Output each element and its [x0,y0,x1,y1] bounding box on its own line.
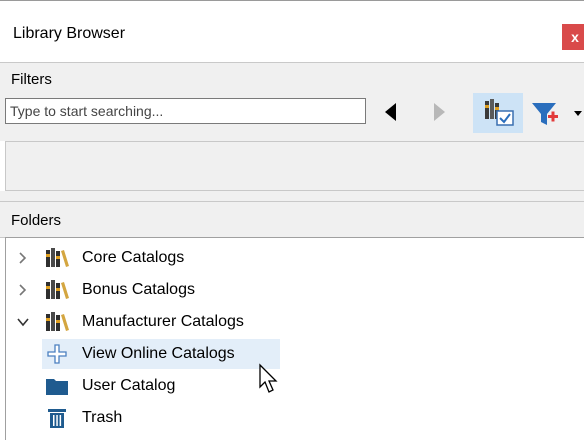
plus-cross-icon [47,344,67,364]
tree-item-user-catalog[interactable]: User Catalog [6,371,584,401]
filter-add-icon [532,103,582,125]
arrow-right-icon[interactable] [431,101,447,123]
section-spacer [0,191,584,201]
chevron-right-icon[interactable] [17,251,29,265]
tree-item-core-catalogs[interactable]: Core Catalogs [6,243,584,273]
filter-button[interactable] [528,99,584,129]
tree-item-label: Manufacturer Catalogs [82,313,244,330]
catalog-books-icon [46,248,69,267]
library-toggle-icon [485,99,514,126]
folder-icon [46,379,68,395]
search-input[interactable] [5,98,366,124]
folders-header[interactable]: Folders [0,201,584,238]
trash-icon [48,409,66,428]
tree-item-label: User Catalog [82,377,176,394]
filter-results-area [5,141,584,191]
tree-item-label: View Online Catalogs [82,345,235,362]
tree-item-label: Core Catalogs [82,249,185,266]
arrow-left-icon[interactable] [383,101,399,123]
filters-toolbar [0,93,584,141]
catalog-books-icon [46,280,69,299]
catalog-books-icon [46,312,69,331]
title-bar: Library Browser x [0,1,584,60]
close-button[interactable]: x [562,24,584,50]
chevron-down-icon[interactable] [17,315,29,329]
library-toggle-button[interactable] [473,93,523,133]
folder-tree: Core Catalogs Bonus Catalogs Manufacture [5,237,584,440]
tree-item-manufacturer-catalogs[interactable]: Manufacturer Catalogs [6,307,584,337]
chevron-right-icon[interactable] [17,283,29,297]
tree-item-bonus-catalogs[interactable]: Bonus Catalogs [6,275,584,305]
tree-item-view-online-catalogs[interactable]: View Online Catalogs [6,339,584,369]
tree-item-label: Bonus Catalogs [82,281,195,298]
filters-header-label: Filters [11,71,52,88]
tree-item-trash[interactable]: Trash [6,403,584,433]
window-title: Library Browser [13,25,126,42]
tree-item-label: Trash [82,409,123,426]
folders-header-label: Folders [11,212,62,229]
filters-header[interactable]: Filters [0,62,584,95]
mouse-pointer-icon [259,363,278,393]
